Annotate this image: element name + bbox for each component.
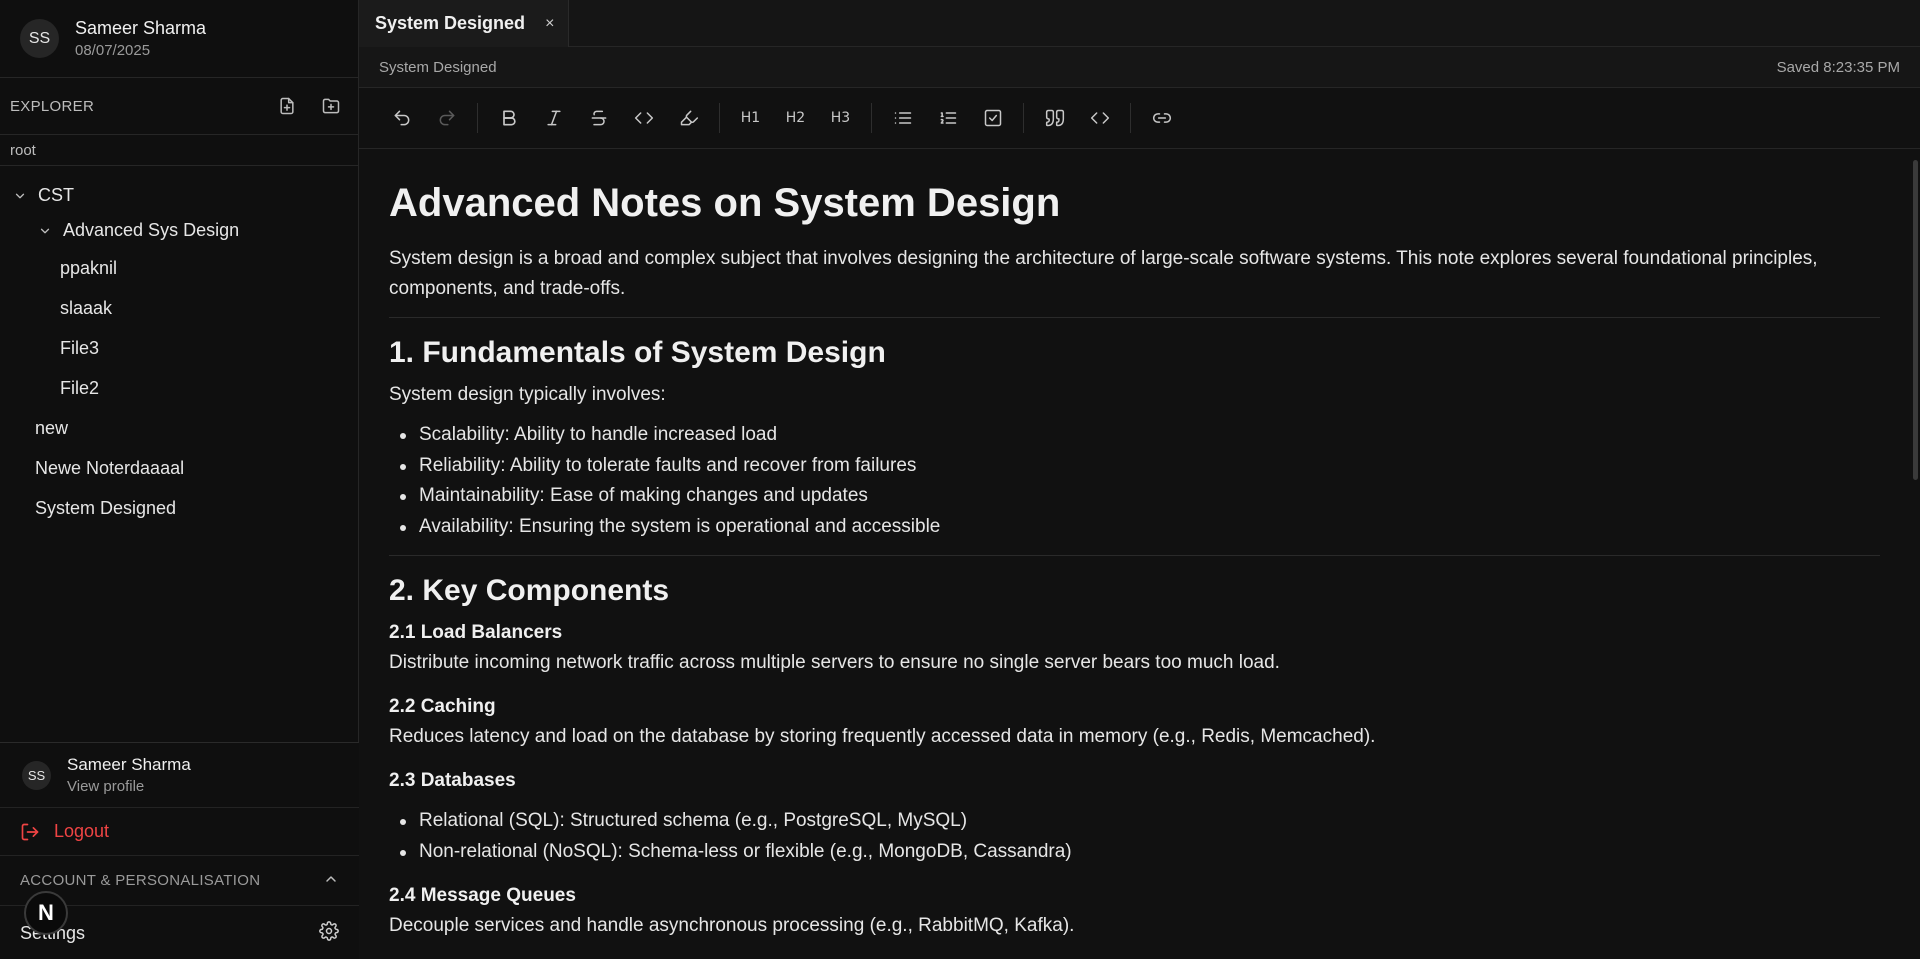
- paragraph: System design is a broad and complex sub…: [389, 248, 1818, 299]
- tab-bar: System Designed ×: [359, 0, 1920, 47]
- tree-file[interactable]: File3: [0, 328, 358, 368]
- tree-file[interactable]: slaaak: [0, 288, 358, 328]
- tab-system-designed[interactable]: System Designed ×: [359, 0, 569, 47]
- bold-icon[interactable]: [486, 98, 531, 138]
- inline-code-icon[interactable]: [621, 98, 666, 138]
- explorer-title: EXPLORER: [10, 97, 95, 115]
- tree-file[interactable]: ppaknil: [0, 248, 358, 288]
- heading-2-button[interactable]: H2: [773, 98, 818, 138]
- document-title: Advanced Notes on System Design: [389, 181, 1061, 225]
- profile-name: Sameer Sharma: [67, 755, 191, 774]
- breadcrumb-bar: System Designed Saved 8:23:35 PM: [359, 47, 1920, 88]
- main-panel: System Designed × System Designed Saved …: [359, 0, 1920, 959]
- view-profile-item[interactable]: SS Sameer Sharma View profile: [0, 743, 359, 808]
- tab-label: System Designed: [375, 13, 526, 33]
- paragraph: Decouple services and handle asynchronou…: [389, 915, 1075, 936]
- user-date: 08/07/2025: [75, 42, 151, 59]
- chevron-up-icon: [323, 871, 339, 891]
- paragraph: Reduces latency and load on the database…: [389, 726, 1376, 747]
- task-list-icon[interactable]: [970, 98, 1015, 138]
- bullet-list-icon[interactable]: [880, 98, 925, 138]
- logout-label: Logout: [54, 821, 110, 841]
- list-item: Maintainability: Ease of making changes …: [389, 481, 1880, 512]
- divider: [389, 317, 1880, 318]
- sidebar: SS Sameer Sharma 08/07/2025 EXPLORER roo…: [0, 0, 359, 959]
- section-heading: 1. Fundamentals of System Design: [389, 336, 886, 369]
- toolbar-divider: [719, 103, 720, 133]
- tree-file-active[interactable]: System Designed: [0, 488, 358, 528]
- undo-icon[interactable]: [379, 98, 424, 138]
- list-item: Reliability: Ability to tolerate faults …: [389, 451, 1880, 482]
- editor-content[interactable]: Advanced Notes on System Design System d…: [359, 149, 1920, 959]
- toolbar-divider: [871, 103, 872, 133]
- list-item: Relational (SQL): Structured schema (e.g…: [389, 806, 1880, 837]
- highlight-icon[interactable]: [666, 98, 711, 138]
- chevron-down-icon: [37, 223, 53, 239]
- explorer-header: EXPLORER: [0, 78, 358, 134]
- user-header[interactable]: SS Sameer Sharma 08/07/2025: [0, 0, 358, 78]
- list-item: Availability: Ensuring the system is ope…: [389, 512, 1880, 543]
- list-item: Non-relational (NoSQL): Schema-less or f…: [389, 837, 1880, 868]
- bullet-list: Scalability: Ability to handle increased…: [389, 420, 1880, 542]
- tree-folder-cst[interactable]: CST: [0, 178, 358, 213]
- tree-folder-label: CST: [38, 185, 74, 205]
- list-item: Scalability: Ability to handle increased…: [389, 420, 1880, 451]
- logout-icon: [20, 822, 40, 842]
- avatar: SS: [22, 760, 51, 790]
- scrollbar-thumb[interactable]: [1913, 160, 1918, 480]
- bullet-list: Relational (SQL): Structured schema (e.g…: [389, 806, 1880, 867]
- user-meta: Sameer Sharma 08/07/2025: [75, 18, 206, 59]
- heading-3-button[interactable]: H3: [818, 98, 863, 138]
- close-icon[interactable]: ×: [545, 15, 554, 33]
- paragraph: System design typically involves:: [389, 384, 666, 405]
- view-profile-link[interactable]: View profile: [67, 778, 191, 795]
- breadcrumb: System Designed: [379, 58, 497, 76]
- scrollbar[interactable]: [1910, 149, 1920, 959]
- chevron-down-icon: [12, 188, 28, 204]
- root-path[interactable]: root: [0, 134, 358, 166]
- subsection-heading: 2.1 Load Balancers: [389, 622, 563, 643]
- tree-folder-label: Advanced Sys Design: [63, 220, 240, 240]
- tree-file[interactable]: File2: [0, 368, 358, 408]
- quote-icon[interactable]: [1032, 98, 1077, 138]
- app-root: SS Sameer Sharma 08/07/2025 EXPLORER roo…: [0, 0, 1920, 959]
- strikethrough-icon[interactable]: [576, 98, 621, 138]
- profile-meta: Sameer Sharma View profile: [67, 755, 191, 795]
- save-status: Saved 8:23:35 PM: [1776, 58, 1900, 76]
- ordered-list-icon[interactable]: [925, 98, 970, 138]
- italic-icon[interactable]: [531, 98, 576, 138]
- toolbar-divider: [1130, 103, 1131, 133]
- redo-icon[interactable]: [424, 98, 469, 138]
- account-section-label: ACCOUNT & PERSONALISATION: [20, 872, 261, 889]
- tree-file[interactable]: new: [0, 408, 358, 448]
- subsection-heading: 2.3 Databases: [389, 770, 516, 791]
- divider: [389, 555, 1880, 556]
- logout-button[interactable]: Logout: [0, 808, 359, 856]
- new-file-icon[interactable]: [272, 91, 302, 121]
- code-block-icon[interactable]: [1077, 98, 1122, 138]
- toolbar-divider: [477, 103, 478, 133]
- settings-label: Settings: [20, 923, 319, 944]
- tree-file[interactable]: Newe Noterdaaaal: [0, 448, 358, 488]
- section-heading: 2. Key Components: [389, 574, 670, 607]
- paragraph: Distribute incoming network traffic acro…: [389, 652, 1280, 673]
- avatar: SS: [20, 19, 59, 58]
- user-name: Sameer Sharma: [75, 18, 207, 38]
- toolbar-divider: [1023, 103, 1024, 133]
- subsection-heading: 2.4 Message Queues: [389, 885, 576, 906]
- new-folder-icon[interactable]: [316, 91, 346, 121]
- app-logo-badge[interactable]: N: [24, 891, 68, 935]
- link-icon[interactable]: [1139, 98, 1184, 138]
- heading-1-button[interactable]: H1: [728, 98, 773, 138]
- file-tree: CST Advanced Sys Design ppaknil slaaak F…: [0, 166, 358, 528]
- gear-icon: [319, 920, 339, 946]
- tree-folder-advanced-sys-design[interactable]: Advanced Sys Design: [0, 213, 358, 248]
- subsection-heading: 2.2 Caching: [389, 696, 496, 717]
- editor-toolbar: H1 H2 H3: [359, 88, 1920, 149]
